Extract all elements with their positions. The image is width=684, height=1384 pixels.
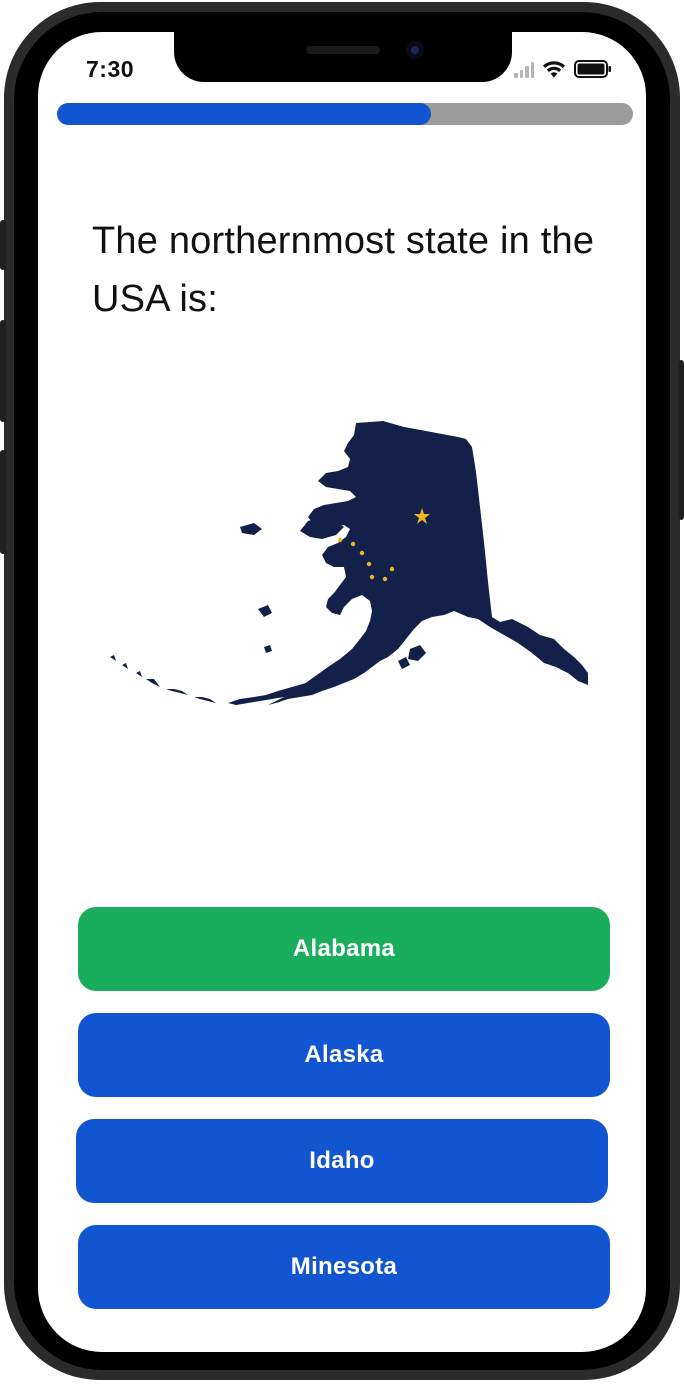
app-screen: 7:30 The northernmost state in the USA i…: [38, 32, 646, 1352]
cellular-signal-icon: [514, 62, 534, 78]
volume-up-button: [0, 320, 6, 422]
silent-switch: [0, 220, 6, 270]
answer-button-idaho[interactable]: Idaho: [76, 1119, 608, 1203]
question-text: The northernmost state in the USA is:: [92, 220, 595, 320]
quiz-progress-bar: [57, 103, 633, 125]
answer-button-minesota[interactable]: Minesota: [78, 1225, 610, 1309]
battery-icon: [574, 60, 611, 78]
front-camera-icon: [406, 41, 424, 59]
answer-button-alabama[interactable]: Alabama: [78, 907, 610, 991]
status-time: 7:30: [86, 56, 135, 82]
wifi-icon: [543, 61, 565, 78]
speaker-grille: [306, 46, 380, 54]
answer-button-alaska[interactable]: Alaska: [78, 1013, 610, 1097]
volume-down-button: [0, 450, 6, 554]
quiz-progress-fill: [57, 103, 432, 125]
notch: [174, 32, 512, 82]
alaska-map-icon: [108, 417, 588, 707]
status-icons: [514, 58, 612, 78]
power-button: [678, 360, 684, 520]
